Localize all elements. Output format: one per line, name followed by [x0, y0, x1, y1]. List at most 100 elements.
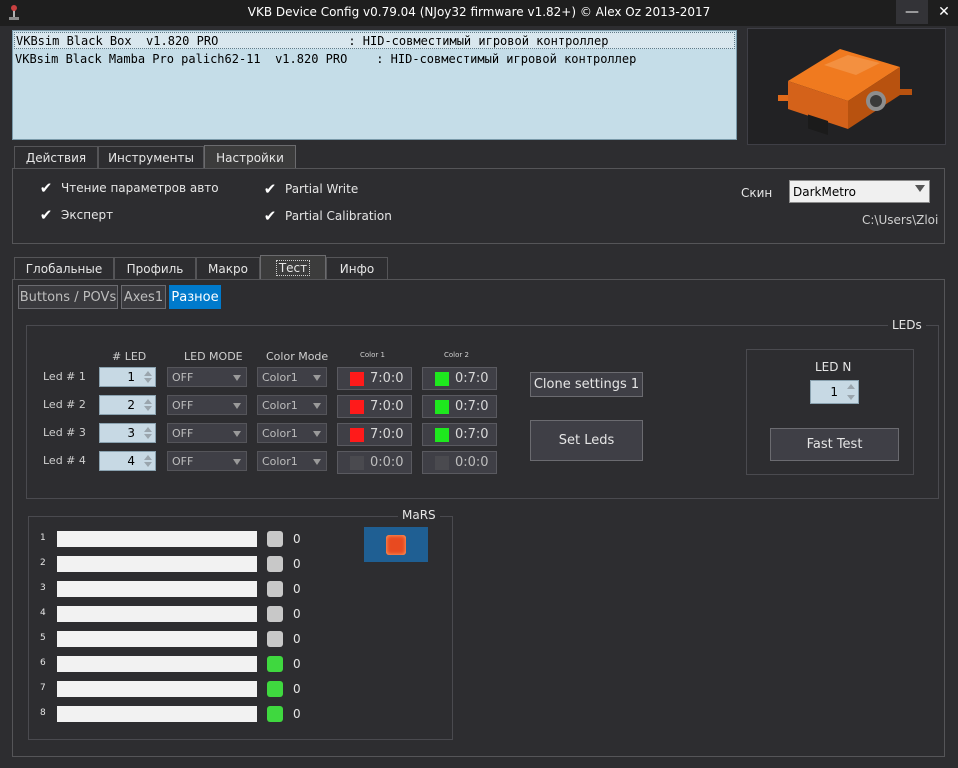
chevron-down-icon [233, 403, 241, 409]
chevron-down-icon [233, 431, 241, 437]
arrow-up-icon[interactable] [144, 371, 152, 376]
read-params-auto-checkbox[interactable]: ✔ Чтение параметров авто [39, 179, 219, 197]
mars-led-indicator [267, 581, 283, 597]
led-n-value: 1 [830, 385, 838, 399]
led-indicator-icon [386, 534, 406, 555]
led-number-spinner[interactable]: 1 [99, 367, 156, 387]
color-mode-select[interactable]: Color1 [257, 367, 327, 387]
tab-info[interactable]: Инфо [326, 257, 388, 279]
tab-axes1[interactable]: Axes1 [121, 285, 166, 309]
arrow-down-icon[interactable] [144, 378, 152, 383]
arrow-down-icon[interactable] [144, 462, 152, 467]
arrow-up-icon[interactable] [847, 384, 855, 389]
led-number-value: 2 [127, 398, 135, 412]
mars-led-indicator [267, 706, 283, 722]
color1-value: 7:0:0 [370, 399, 404, 414]
mars-row-number: 7 [40, 683, 46, 693]
color2-button[interactable]: 0:7:0 [422, 367, 497, 390]
clone-settings-button[interactable]: Clone settings 1 [530, 372, 643, 397]
arrow-down-icon[interactable] [144, 434, 152, 439]
config-path: C:\Users\Zloi [862, 213, 939, 227]
color1-header: Color 1 [360, 351, 385, 359]
tab-tools[interactable]: Инструменты [98, 146, 204, 168]
mars-value: 0 [293, 582, 301, 596]
led-n-spinner[interactable]: 1 [810, 380, 859, 404]
mars-value: 0 [293, 632, 301, 646]
color2-button[interactable]: 0:7:0 [422, 423, 497, 446]
chevron-down-icon [915, 185, 925, 192]
tab-global[interactable]: Глобальные [14, 257, 114, 279]
chevron-down-icon [313, 459, 321, 465]
mars-value-bar [57, 581, 257, 597]
led-number-value: 3 [127, 426, 135, 440]
arrow-up-icon[interactable] [144, 427, 152, 432]
led-number-spinner[interactable]: 3 [99, 423, 156, 443]
led-mode-select[interactable]: OFF [167, 423, 247, 443]
tab-misc[interactable]: Разное [169, 285, 221, 309]
mars-value: 0 [293, 682, 301, 696]
mars-value: 0 [293, 607, 301, 621]
color1-button[interactable]: 0:0:0 [337, 451, 412, 474]
color2-button[interactable]: 0:7:0 [422, 395, 497, 418]
led-number-spinner[interactable]: 4 [99, 451, 156, 471]
color-swatch [350, 455, 364, 470]
device-list-item[interactable]: VKBsim Black Mamba Pro palich62-11 v1.82… [14, 51, 735, 68]
partial-write-checkbox[interactable]: ✔ Partial Write [263, 180, 359, 198]
led-mode-select[interactable]: OFF [167, 451, 247, 471]
tab-settings[interactable]: Настройки [204, 145, 296, 169]
color1-button[interactable]: 7:0:0 [337, 367, 412, 390]
mars-value-bar [57, 556, 257, 572]
led-mode-value: OFF [172, 454, 194, 468]
arrow-up-icon[interactable] [144, 455, 152, 460]
partial-calibration-checkbox[interactable]: ✔ Partial Calibration [263, 207, 392, 225]
color-swatch [435, 455, 449, 470]
led-row-label: Led # 2 [43, 398, 86, 411]
leds-group-title: LEDs [888, 318, 926, 332]
tab-profile[interactable]: Профиль [114, 257, 196, 279]
set-leds-button[interactable]: Set Leds [530, 420, 643, 461]
mars-row-number: 2 [40, 558, 46, 568]
tab-buttons-povs[interactable]: Buttons / POVs [18, 285, 118, 309]
color-swatch [435, 427, 449, 442]
skin-value: DarkMetro [793, 184, 856, 199]
arrow-up-icon[interactable] [144, 399, 152, 404]
color1-value: 7:0:0 [370, 427, 404, 442]
mars-value-bar [57, 681, 257, 697]
mars-value-bar [57, 656, 257, 672]
tab-test[interactable]: Тест [260, 255, 326, 280]
color1-button[interactable]: 7:0:0 [337, 395, 412, 418]
tab-macro[interactable]: Макро [196, 257, 260, 279]
mars-value: 0 [293, 532, 301, 546]
expert-checkbox[interactable]: ✔ Эксперт [39, 206, 113, 224]
close-icon: ✕ [938, 4, 950, 20]
minimize-button[interactable]: — [896, 0, 928, 24]
color-mode-select[interactable]: Color1 [257, 395, 327, 415]
led-mode-select[interactable]: OFF [167, 367, 247, 387]
color2-header: Color 2 [444, 351, 469, 359]
close-button[interactable]: ✕ [928, 0, 958, 24]
tab-actions[interactable]: Действия [14, 146, 98, 168]
led-mode-value: OFF [172, 426, 194, 440]
device-list-item[interactable]: VKBsim Black Box v1.820 PRO : HID-совмес… [14, 32, 735, 49]
led-mode-select[interactable]: OFF [167, 395, 247, 415]
arrow-down-icon[interactable] [847, 395, 855, 400]
led-mode-value: OFF [172, 370, 194, 384]
color1-button[interactable]: 7:0:0 [337, 423, 412, 446]
color-mode-select[interactable]: Color1 [257, 451, 327, 471]
color-mode-value: Color1 [262, 370, 298, 384]
color-swatch [350, 427, 364, 442]
led-number-spinner[interactable]: 2 [99, 395, 156, 415]
device-list[interactable]: VKBsim Black Box v1.820 PRO : HID-совмес… [12, 30, 737, 140]
color2-button[interactable]: 0:0:0 [422, 451, 497, 474]
fast-test-button[interactable]: Fast Test [770, 428, 899, 461]
chevron-down-icon [313, 403, 321, 409]
arrow-down-icon[interactable] [144, 406, 152, 411]
mars-value: 0 [293, 657, 301, 671]
led-row-label: Led # 1 [43, 370, 86, 383]
mars-row-number: 8 [40, 708, 46, 718]
color2-value: 0:0:0 [455, 455, 489, 470]
mars-row-number: 4 [40, 608, 46, 618]
led-mode-header: LED MODE [184, 350, 243, 363]
skin-select[interactable]: DarkMetro [789, 180, 930, 203]
color-mode-select[interactable]: Color1 [257, 423, 327, 443]
